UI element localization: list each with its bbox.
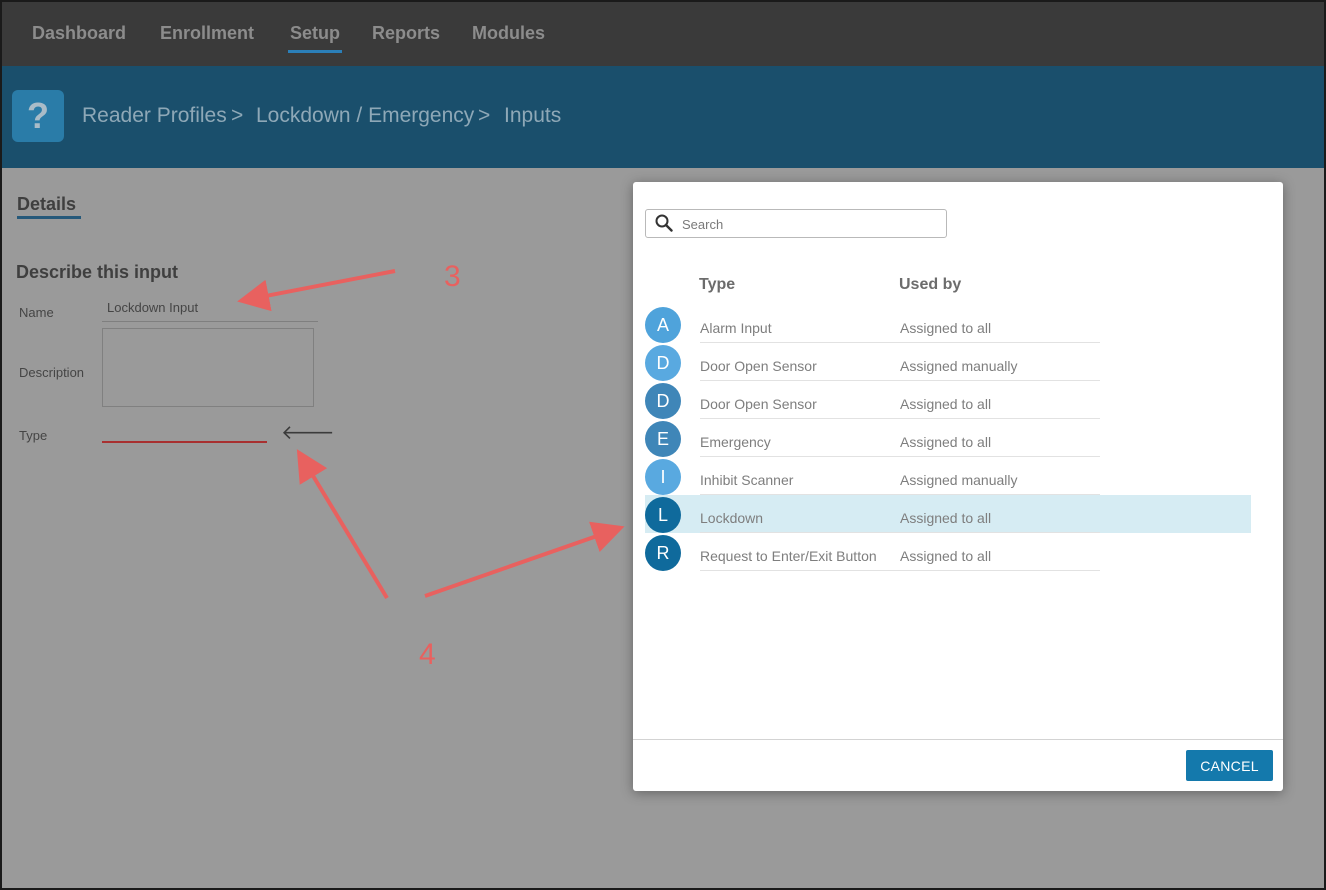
avatar: R [645, 535, 681, 571]
cancel-button[interactable]: CANCEL [1186, 750, 1273, 781]
type-field[interactable] [102, 441, 267, 443]
type-cell: Inhibit Scanner [700, 472, 794, 488]
breadcrumb-reader-profiles[interactable]: Reader Profiles [82, 104, 227, 128]
avatar: D [645, 383, 681, 419]
name-label: Name [19, 305, 54, 320]
used-by-cell: Assigned to all [900, 510, 992, 526]
nav-item-setup[interactable]: Setup [290, 23, 340, 44]
column-header-type: Type [699, 276, 736, 293]
row-divider [700, 570, 1100, 571]
tab-details[interactable]: Details [17, 194, 76, 215]
used-by-cell: Assigned manually [900, 472, 1018, 488]
type-cell: Door Open Sensor [700, 396, 817, 412]
used-by-cell: Assigned manually [900, 358, 1018, 374]
breadcrumb-separator: > [231, 104, 244, 127]
list-item[interactable]: D Door Open Sensor Assigned manually [645, 343, 1251, 381]
breadcrumb-lockdown-emergency[interactable]: Lockdown / Emergency [256, 104, 474, 128]
list-item[interactable]: A Alarm Input Assigned to all [645, 305, 1251, 343]
top-navigation: Dashboard Enrollment Setup Reports Modul… [2, 2, 1324, 66]
used-by-cell: Assigned to all [900, 396, 992, 412]
avatar: A [645, 307, 681, 343]
type-cell: Request to Enter/Exit Button [700, 548, 877, 564]
nav-item-modules[interactable]: Modules [472, 23, 545, 44]
nav-item-dashboard[interactable]: Dashboard [32, 23, 126, 44]
list-item[interactable]: E Emergency Assigned to all [645, 419, 1251, 457]
column-header-used-by: Used by [899, 276, 962, 293]
avatar: D [645, 345, 681, 381]
description-label: Description [19, 365, 85, 380]
type-cell: Emergency [700, 434, 771, 450]
used-by-cell: Assigned to all [900, 434, 992, 450]
breadcrumb-separator: > [478, 104, 491, 127]
search-input[interactable] [682, 215, 932, 233]
description-field[interactable] [102, 328, 314, 407]
type-cell: Lockdown [700, 510, 764, 526]
used-by-cell: Assigned to all [900, 320, 992, 336]
type-cell: Alarm Input [700, 320, 772, 336]
annotation-label-3: 3 [444, 260, 461, 293]
list-item[interactable]: L Lockdown Assigned to all [645, 495, 1251, 533]
section-title: Describe this input [16, 262, 179, 282]
list-item[interactable]: I Inhibit Scanner Assigned manually [645, 457, 1251, 495]
arrow-left-icon[interactable]: 🡐 [281, 420, 335, 445]
breadcrumb-inputs: Inputs [504, 104, 562, 127]
footer-divider [633, 739, 1283, 740]
nav-active-indicator [288, 50, 342, 53]
used-by-cell: Assigned to all [900, 548, 992, 564]
annotation-label-4: 4 [419, 638, 436, 671]
nav-item-reports[interactable]: Reports [372, 23, 440, 44]
tab-active-indicator [17, 216, 81, 219]
avatar: I [645, 459, 681, 495]
avatar: L [645, 497, 681, 533]
nav-item-enrollment[interactable]: Enrollment [160, 23, 254, 44]
name-field[interactable]: Lockdown Input [102, 300, 318, 322]
search-box[interactable] [645, 209, 947, 238]
list-item[interactable]: R Request to Enter/Exit Button Assigned to… [645, 533, 1251, 571]
question-icon[interactable]: ? [12, 90, 64, 142]
avatar: E [645, 421, 681, 457]
app-window: Dashboard Enrollment Setup Reports Modul… [0, 0, 1326, 890]
search-icon [655, 214, 673, 232]
list-item[interactable]: D Door Open Sensor Assigned to all [645, 381, 1251, 419]
page-header: ? Reader Profiles > Lockdown / Emergency… [2, 66, 1324, 168]
type-label: Type [19, 428, 48, 443]
type-picker-dialog: Type Used by A Alarm Input Assigned to all… [633, 182, 1283, 791]
type-cell: Door Open Sensor [700, 358, 817, 374]
